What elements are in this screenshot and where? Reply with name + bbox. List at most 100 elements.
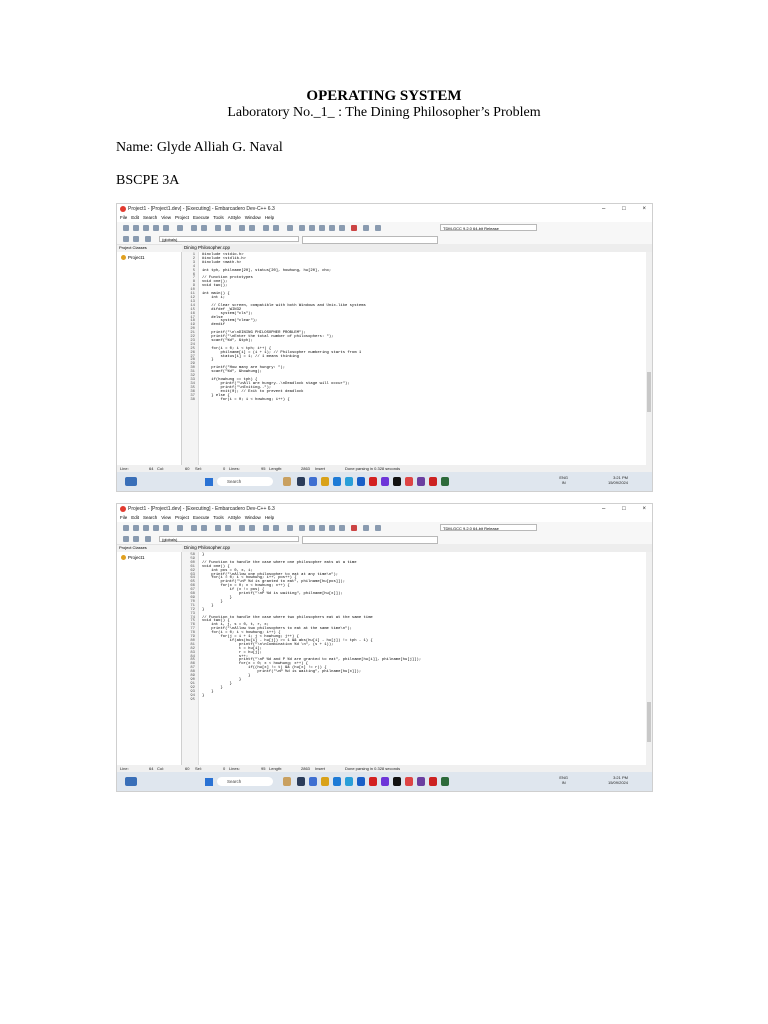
open-file-icon[interactable] — [133, 225, 139, 231]
debug-icon[interactable] — [339, 225, 345, 231]
menu-search[interactable]: Search — [143, 514, 157, 522]
scrollbar-thumb[interactable] — [647, 372, 651, 412]
menu-view[interactable]: View — [161, 214, 171, 222]
editor-tab[interactable]: Dining Philosopher.cpp — [182, 544, 652, 552]
chrome-icon[interactable] — [405, 477, 413, 486]
widgets-icon[interactable] — [125, 777, 137, 786]
menu-astyle[interactable]: AStyle — [228, 514, 241, 522]
system-clock[interactable]: 3:21 PM 15/09/2024 — [608, 475, 628, 485]
language-indicator[interactable]: ENG IN — [559, 475, 568, 485]
function-select[interactable] — [302, 536, 438, 544]
close-file-icon[interactable] — [163, 225, 169, 231]
find-icon[interactable] — [215, 525, 221, 531]
stop-icon[interactable] — [351, 225, 357, 231]
compiler-select[interactable]: TDM-GCC 9.2.0 64-bit Release — [440, 524, 537, 531]
menu-edit[interactable]: Edit — [131, 214, 139, 222]
messenger-icon[interactable] — [381, 477, 389, 486]
save-icon[interactable] — [143, 525, 149, 531]
undo-icon[interactable] — [191, 525, 197, 531]
undo-icon[interactable] — [191, 225, 197, 231]
window-controls[interactable]: – □ × — [602, 204, 646, 214]
bookmark-icon[interactable] — [273, 225, 279, 231]
file-explorer-icon[interactable] — [321, 777, 329, 786]
print-icon[interactable] — [177, 525, 183, 531]
print-icon[interactable] — [177, 225, 183, 231]
menu-file[interactable]: File — [120, 214, 127, 222]
widgets-icon[interactable] — [125, 477, 137, 486]
run-icon[interactable] — [309, 225, 315, 231]
run-icon[interactable] — [309, 525, 315, 531]
chrome-icon[interactable] — [405, 777, 413, 786]
bookmark-icon[interactable] — [273, 525, 279, 531]
system-clock[interactable]: 3:21 PM 15/09/2024 — [608, 775, 628, 785]
edge-icon[interactable] — [333, 777, 341, 786]
menu-file[interactable]: File — [120, 514, 127, 522]
app-taskbar-icon[interactable] — [441, 777, 449, 786]
chart-icon[interactable] — [375, 225, 381, 231]
goto-bookmark-icon[interactable] — [145, 536, 151, 542]
source-code[interactable]: } // Function to handle the case where o… — [202, 553, 421, 699]
editor-scrollbar[interactable] — [646, 252, 652, 465]
save-all-icon[interactable] — [153, 225, 159, 231]
app-taskbar-icon[interactable] — [441, 477, 449, 486]
toggle-bookmark-icon[interactable] — [133, 236, 139, 242]
task-view-icon[interactable] — [297, 777, 305, 786]
minimize-icon[interactable]: – — [602, 504, 605, 514]
minimize-icon[interactable]: – — [602, 204, 605, 214]
compile-icon[interactable] — [299, 225, 305, 231]
tiktok-icon[interactable] — [393, 777, 401, 786]
indent-icon[interactable] — [239, 225, 245, 231]
language-indicator[interactable]: ENG IN — [559, 775, 568, 785]
source-code[interactable]: #include <stdio.h> #include <stdlib.h> #… — [202, 253, 366, 402]
class-browser-icon[interactable] — [287, 225, 293, 231]
menu-project[interactable]: Project — [175, 214, 189, 222]
redo-icon[interactable] — [201, 525, 207, 531]
new-file-icon[interactable] — [123, 525, 129, 531]
project-tree-item[interactable]: Project1 — [121, 255, 145, 261]
file-explorer-icon[interactable] — [321, 477, 329, 486]
windows-start-icon[interactable] — [205, 778, 213, 786]
youtube-icon[interactable] — [369, 477, 377, 486]
compile-run-icon[interactable] — [319, 225, 325, 231]
menu-help[interactable]: Help — [265, 214, 274, 222]
menu-window[interactable]: Window — [245, 214, 261, 222]
close-file-icon[interactable] — [163, 525, 169, 531]
store-icon[interactable] — [345, 477, 353, 486]
youtube-icon[interactable] — [369, 777, 377, 786]
code-editor[interactable]: 1 2 3 4 5 6 7 8 9 10 11 12 13 14 15 16 1… — [182, 252, 652, 465]
weather-icon[interactable] — [283, 777, 291, 786]
function-select[interactable] — [302, 236, 438, 244]
spotify-icon[interactable] — [417, 777, 425, 786]
taskbar-search[interactable]: Search — [217, 777, 273, 786]
menu-tools[interactable]: Tools — [213, 214, 224, 222]
save-icon[interactable] — [143, 225, 149, 231]
devcpp-taskbar-icon[interactable] — [429, 777, 437, 786]
insert-icon[interactable] — [123, 536, 129, 542]
menu-execute[interactable]: Execute — [193, 214, 209, 222]
goto-icon[interactable] — [263, 525, 269, 531]
chat-icon[interactable] — [309, 777, 317, 786]
new-file-icon[interactable] — [123, 225, 129, 231]
close-icon[interactable]: × — [642, 204, 646, 214]
goto-icon[interactable] — [263, 225, 269, 231]
menu-astyle[interactable]: AStyle — [228, 214, 241, 222]
compile-icon[interactable] — [299, 525, 305, 531]
menu-view[interactable]: View — [161, 514, 171, 522]
editor-scrollbar[interactable] — [646, 552, 652, 765]
menu-execute[interactable]: Execute — [193, 514, 209, 522]
weather-icon[interactable] — [283, 477, 291, 486]
compile-run-icon[interactable] — [319, 525, 325, 531]
save-all-icon[interactable] — [153, 525, 159, 531]
edge-icon[interactable] — [333, 477, 341, 486]
menu-search[interactable]: Search — [143, 214, 157, 222]
find-icon[interactable] — [215, 225, 221, 231]
rebuild-icon[interactable] — [329, 225, 335, 231]
facebook-icon[interactable] — [357, 777, 365, 786]
compiler-select[interactable]: TDM-GCC 9.2.0 64-bit Release — [440, 224, 537, 231]
unindent-icon[interactable] — [249, 525, 255, 531]
maximize-icon[interactable]: □ — [622, 204, 626, 214]
profile-icon[interactable] — [363, 225, 369, 231]
task-view-icon[interactable] — [297, 477, 305, 486]
maximize-icon[interactable]: □ — [622, 504, 626, 514]
devcpp-taskbar-icon[interactable] — [429, 477, 437, 486]
